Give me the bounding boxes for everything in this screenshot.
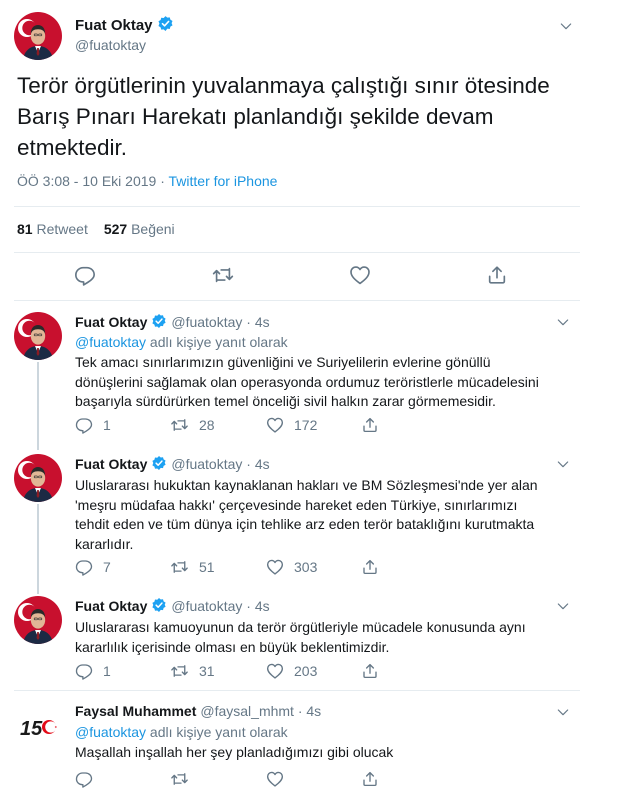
replying-to: @fuatoktay adlı kişiye yanıt olarak — [75, 334, 288, 350]
thread-line — [37, 362, 39, 450]
like-stat[interactable]: 527 Beğeni — [104, 221, 175, 237]
reply-button[interactable] — [75, 770, 103, 788]
reply-author-name[interactable]: Fuat Oktay — [75, 456, 147, 472]
divider — [14, 690, 580, 691]
divider — [14, 300, 580, 301]
like-label: Beğeni — [131, 221, 175, 237]
retweet-label: Retweet — [36, 221, 88, 237]
verified-badge-icon — [151, 313, 167, 332]
reply-text: Maşallah inşallah her şey planladığımızı… — [75, 744, 394, 760]
reply-header: Faysal Muhammet @faysal_mhmt · 4s — [75, 703, 321, 719]
chevron-down-icon[interactable] — [555, 598, 571, 619]
reply-icon[interactable] — [74, 264, 96, 291]
verified-badge-icon — [151, 597, 167, 616]
share-icon[interactable] — [486, 264, 508, 291]
like-button[interactable]: 203 — [266, 662, 317, 680]
like-count: 303 — [294, 559, 318, 575]
reply-handle[interactable]: @faysal_mhmt · 4s — [200, 703, 321, 719]
replying-to-suffix: adlı kişiye yanıt olarak — [146, 334, 288, 350]
chevron-down-icon[interactable] — [555, 314, 571, 335]
reply-count: 1 — [103, 417, 111, 433]
retweet-count: 81 — [17, 221, 33, 237]
replying-to-link[interactable]: @fuatoktay — [75, 334, 146, 350]
like-count: 527 — [103, 221, 128, 237]
reply-handle[interactable]: @fuatoktay · 4s — [171, 456, 269, 472]
verified-badge-icon — [157, 15, 174, 36]
retweet-count: 28 — [199, 417, 215, 433]
share-button[interactable] — [361, 558, 389, 576]
retweet-button[interactable] — [170, 770, 199, 788]
reply-header: Fuat Oktay @fuatoktay · 4s — [75, 313, 270, 332]
retweet-button[interactable]: 51 — [170, 558, 215, 576]
like-button[interactable]: 172 — [266, 416, 317, 434]
thread-line — [37, 504, 39, 594]
reply-avatar[interactable]: 15 — [14, 702, 62, 750]
reply-count: 1 — [103, 663, 111, 679]
author-name-row[interactable]: Fuat Oktay — [75, 15, 174, 36]
like-count: 172 — [294, 417, 318, 433]
reply-button[interactable]: 7 — [75, 558, 111, 576]
retweet-button[interactable]: 28 — [170, 416, 215, 434]
reply-avatar[interactable] — [14, 312, 62, 360]
reply-text: Uluslararası kamuoyunun da terör örgütle… — [75, 619, 526, 655]
replying-to-link[interactable]: @fuatoktay — [75, 724, 146, 740]
chevron-down-icon[interactable] — [555, 704, 571, 725]
share-button[interactable] — [361, 416, 389, 434]
reply-action-bar: 1 31 203 — [75, 662, 495, 682]
share-button[interactable] — [361, 662, 389, 680]
replying-to: @fuatoktay adlı kişiye yanıt olarak — [75, 724, 288, 740]
retweet-count: 31 — [199, 663, 215, 679]
author-name[interactable]: Fuat Oktay — [75, 17, 153, 34]
reply-author-name[interactable]: Fuat Oktay — [75, 314, 147, 330]
divider — [14, 252, 580, 253]
retweet-count: 51 — [199, 559, 215, 575]
like-count: 203 — [294, 663, 318, 679]
reply-author-name[interactable]: Fuat Oktay — [75, 598, 147, 614]
reply-avatar[interactable] — [14, 596, 62, 644]
reply-handle[interactable]: @fuatoktay · 4s — [171, 598, 269, 614]
reply-handle[interactable]: @fuatoktay · 4s — [171, 314, 269, 330]
reply-action-bar: 7 51 303 — [75, 558, 495, 578]
reply-action-bar: 1 28 172 — [75, 416, 495, 436]
reply-count: 7 — [103, 559, 111, 575]
author-handle[interactable]: @fuatoktay — [75, 37, 146, 53]
like-button[interactable] — [266, 770, 294, 788]
retweet-button[interactable]: 31 — [170, 662, 215, 680]
share-button[interactable] — [361, 770, 389, 788]
tweet-source-link[interactable]: Twitter for iPhone — [169, 173, 278, 189]
tweet-stats: 81 Retweet 527 Beğeni — [17, 221, 175, 237]
tweet-text: Terör örgütlerinin yuvalanmaya çalıştığı… — [17, 73, 550, 160]
like-icon[interactable] — [349, 264, 371, 291]
reply-button[interactable]: 1 — [75, 416, 111, 434]
verified-badge-icon — [151, 455, 167, 474]
chevron-down-icon[interactable] — [558, 18, 574, 39]
reply-action-bar — [75, 770, 495, 790]
replying-to-suffix: adlı kişiye yanıt olarak — [146, 724, 288, 740]
reply-text: Tek amacı sınırlarımızın güvenliğini ve … — [75, 354, 539, 409]
like-button[interactable]: 303 — [266, 558, 317, 576]
reply-avatar[interactable] — [14, 454, 62, 502]
reply-header: Fuat Oktay @fuatoktay · 4s — [75, 455, 270, 474]
reply-button[interactable]: 1 — [75, 662, 111, 680]
tweet-timestamp[interactable]: ÖÖ 3:08 - 10 Eki 2019 · — [17, 173, 169, 189]
reply-header: Fuat Oktay @fuatoktay · 4s — [75, 597, 270, 616]
reply-text: Uluslararası hukuktan kaynaklanan haklar… — [75, 477, 538, 552]
chevron-down-icon[interactable] — [555, 456, 571, 477]
retweet-stat[interactable]: 81 Retweet — [17, 221, 88, 237]
reply-author-name[interactable]: Faysal Muhammet — [75, 703, 196, 719]
tweet-meta: ÖÖ 3:08 - 10 Eki 2019 · Twitter for iPho… — [17, 173, 277, 189]
divider — [14, 206, 580, 207]
main-action-bar — [0, 264, 580, 288]
author-avatar[interactable] — [14, 12, 62, 60]
retweet-icon[interactable] — [211, 264, 235, 291]
avatar-logo-text: 15 — [20, 718, 43, 740]
